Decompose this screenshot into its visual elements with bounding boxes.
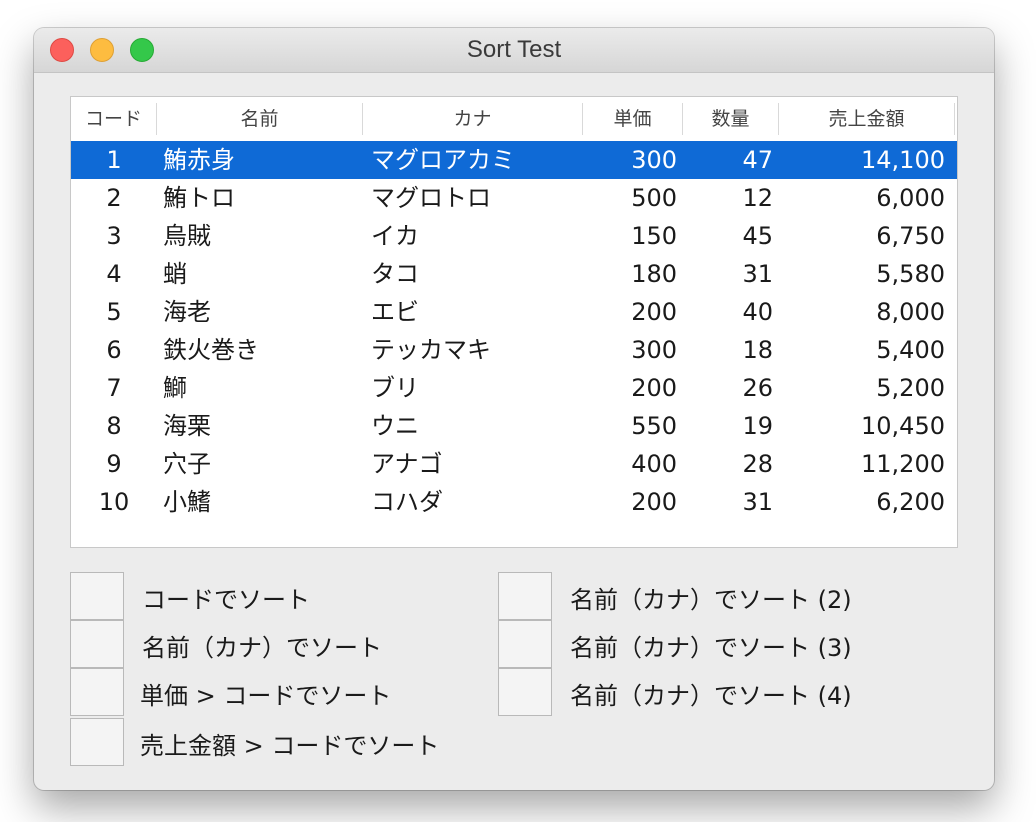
sort-by-kana-2-label: 名前（カナ）でソート (2) [570, 586, 852, 614]
cell-qty: 40 [742, 298, 773, 326]
cell-qty: 28 [742, 450, 773, 478]
cell-qty: 45 [742, 222, 773, 250]
cell-sales: 5,200 [876, 374, 945, 402]
cell-name: 海老 [163, 298, 211, 326]
cell-name: 海栗 [163, 412, 211, 440]
cell-kana: マグロトロ [371, 184, 491, 212]
table-row[interactable]: 8 海栗 ウニ 550 19 10,450 [71, 407, 957, 445]
cell-code: 6 [106, 336, 122, 364]
sort-by-kana-3-button[interactable] [498, 620, 552, 668]
cell-code: 7 [106, 374, 122, 402]
cell-price: 150 [631, 222, 677, 250]
cell-name: 鮪トロ [163, 184, 235, 212]
sort-by-price-code-label: 単価 > コードでソート [140, 682, 392, 710]
cell-code: 5 [106, 298, 122, 326]
sort-by-kana-4-label: 名前（カナ）でソート (4) [570, 682, 852, 710]
column-header-qty[interactable]: 数量 [683, 103, 779, 135]
table-row[interactable]: 9 穴子 アナゴ 400 28 11,200 [71, 445, 957, 483]
cell-price: 180 [631, 260, 677, 288]
cell-kana: イカ [371, 222, 419, 250]
cell-kana: コハダ [371, 488, 443, 516]
cell-sales: 6,200 [876, 488, 945, 516]
cell-price: 200 [631, 298, 677, 326]
cell-sales: 5,580 [876, 260, 945, 288]
cell-name: 小鰭 [163, 488, 211, 516]
sort-by-price-code-button[interactable] [70, 668, 124, 716]
table-row[interactable]: 3 烏賊 イカ 150 45 6,750 [71, 217, 957, 255]
cell-price: 200 [631, 374, 677, 402]
cell-price: 300 [631, 336, 677, 364]
cell-sales: 10,450 [861, 412, 945, 440]
cell-kana: ウニ [371, 412, 419, 440]
title-bar[interactable]: Sort Test [34, 28, 994, 73]
cell-qty: 31 [742, 260, 773, 288]
cell-code: 3 [106, 222, 122, 250]
table-header: コード 名前 カナ 単価 数量 売上金額 [71, 97, 957, 142]
sort-by-kana-4-button[interactable] [498, 668, 552, 716]
sushi-table: コード 名前 カナ 単価 数量 売上金額 1 鮪赤身 マグロアカミ 300 47 14,1… [70, 96, 958, 548]
column-header-kana[interactable]: カナ [363, 103, 583, 135]
cell-price: 400 [631, 450, 677, 478]
table-row[interactable]: 1 鮪赤身 マグロアカミ 300 47 14,100 [71, 141, 957, 179]
cell-price: 200 [631, 488, 677, 516]
cell-qty: 47 [742, 146, 773, 174]
cell-sales: 5,400 [876, 336, 945, 364]
sort-by-kana-label: 名前（カナ）でソート [142, 634, 382, 662]
cell-qty: 12 [742, 184, 773, 212]
table-row[interactable]: 4 蛸 タコ 180 31 5,580 [71, 255, 957, 293]
sort-by-kana-3-label: 名前（カナ）でソート (3) [570, 634, 852, 662]
sort-by-code-button[interactable] [70, 572, 124, 620]
cell-sales: 6,750 [876, 222, 945, 250]
cell-qty: 26 [742, 374, 773, 402]
cell-kana: ブリ [371, 374, 419, 402]
cell-kana: タコ [371, 260, 419, 288]
cell-code: 10 [98, 488, 130, 516]
sort-by-sales-code-button[interactable] [70, 718, 124, 766]
table-row[interactable]: 10 小鰭 コハダ 200 31 6,200 [71, 483, 957, 521]
table-row[interactable]: 7 鰤 ブリ 200 26 5,200 [71, 369, 957, 407]
sort-by-kana-2-button[interactable] [498, 572, 552, 620]
cell-code: 4 [106, 260, 122, 288]
cell-price: 550 [631, 412, 677, 440]
cell-sales: 14,100 [861, 146, 945, 174]
cell-kana: テッカマキ [371, 336, 491, 364]
cell-price: 500 [631, 184, 677, 212]
sort-by-sales-code-label: 売上金額 > コードでソート [140, 732, 440, 760]
cell-qty: 18 [742, 336, 773, 364]
column-header-code[interactable]: コード [71, 103, 157, 135]
cell-name: 鰤 [163, 374, 187, 402]
cell-kana: マグロアカミ [371, 146, 515, 174]
cell-price: 300 [631, 146, 677, 174]
table-row[interactable]: 5 海老 エビ 200 40 8,000 [71, 293, 957, 331]
cell-code: 8 [106, 412, 122, 440]
cell-code: 1 [106, 146, 122, 174]
cell-sales: 11,200 [861, 450, 945, 478]
cell-qty: 31 [742, 488, 773, 516]
cell-code: 2 [106, 184, 122, 212]
cell-kana: アナゴ [371, 450, 443, 478]
table-row[interactable]: 6 鉄火巻き テッカマキ 300 18 5,400 [71, 331, 957, 369]
cell-qty: 19 [742, 412, 773, 440]
column-header-name[interactable]: 名前 [157, 103, 363, 135]
column-header-price[interactable]: 単価 [583, 103, 683, 135]
cell-sales: 6,000 [876, 184, 945, 212]
table-row[interactable]: 2 鮪トロ マグロトロ 500 12 6,000 [71, 179, 957, 217]
sort-by-kana-button[interactable] [70, 620, 124, 668]
cell-sales: 8,000 [876, 298, 945, 326]
sort-by-code-label: コードでソート [142, 586, 310, 614]
column-header-sales[interactable]: 売上金額 [779, 103, 955, 135]
window-title: Sort Test [466, 36, 562, 63]
cell-name: 烏賊 [163, 222, 211, 250]
cell-name: 蛸 [163, 260, 187, 288]
cell-code: 9 [106, 450, 122, 478]
cell-kana: エビ [371, 298, 419, 326]
cell-name: 鉄火巻き [163, 336, 259, 364]
cell-name: 穴子 [163, 450, 211, 478]
cell-name: 鮪赤身 [163, 146, 235, 174]
app-window: Sort Test コード 名前 カナ 単価 数量 売上金額 1 鮪赤身 マグロアカ… [34, 28, 994, 790]
